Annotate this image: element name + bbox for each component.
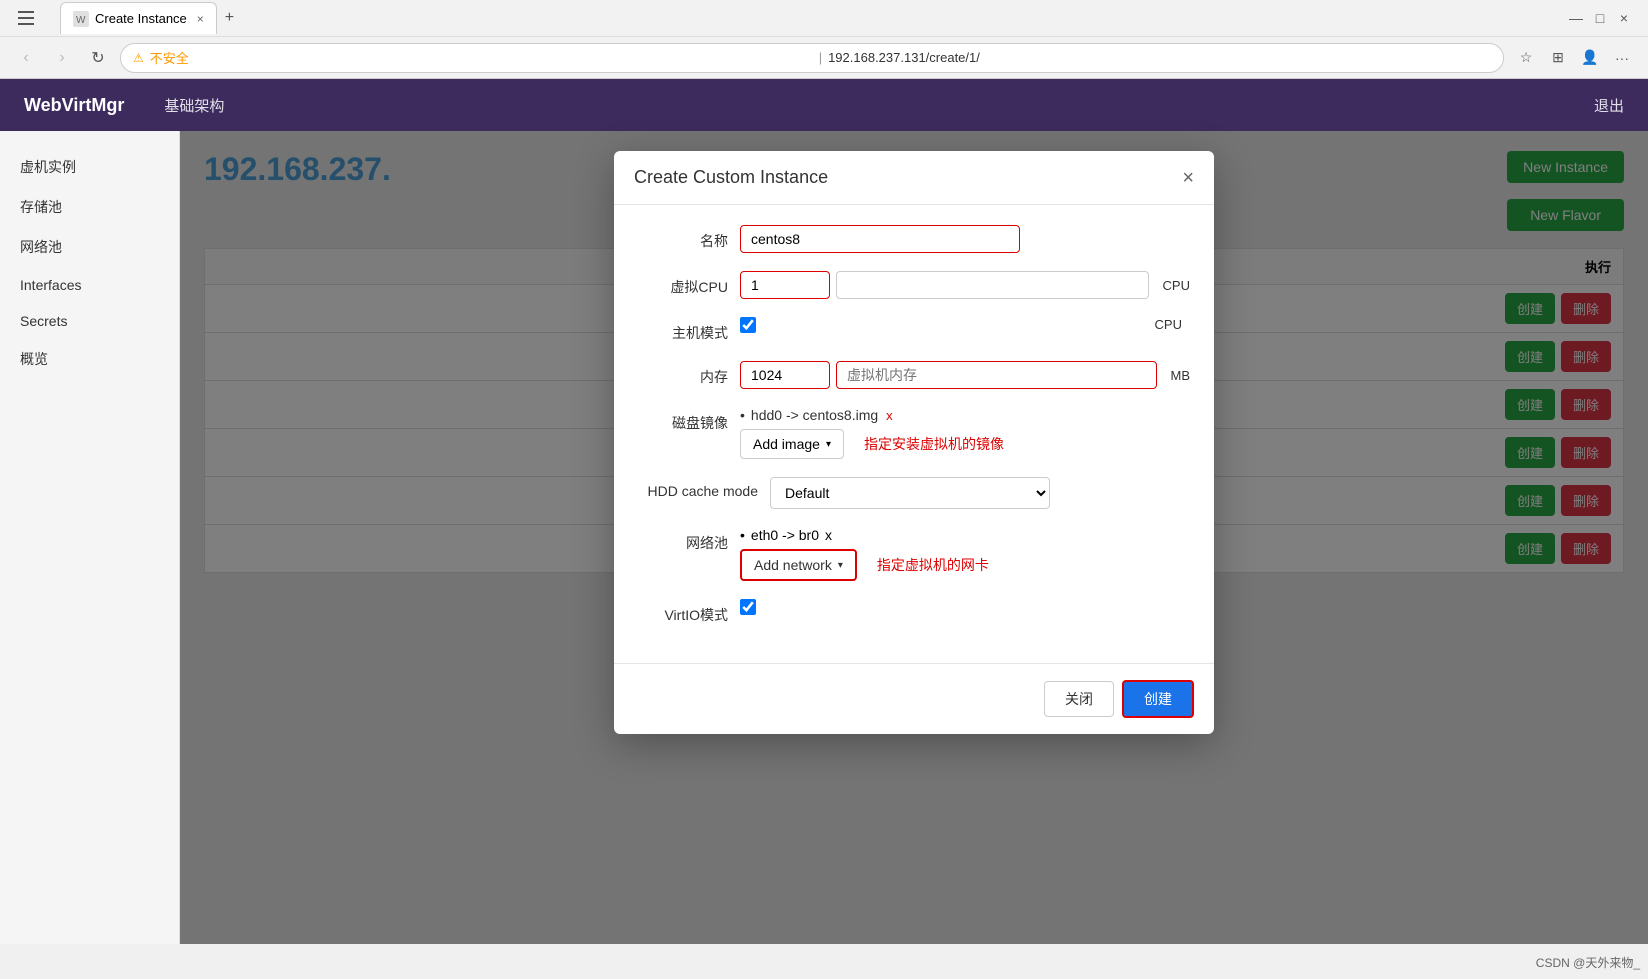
add-network-btn[interactable]: Add network ▾ [740, 549, 857, 581]
dropdown-arrow-icon: ▾ [826, 439, 831, 450]
network-hint: 指定虚拟机的网卡 [877, 555, 989, 575]
virtio-checkbox[interactable] [740, 599, 756, 615]
modal-footer: 关闭 创建 [614, 663, 1214, 734]
sidebar-item-vms[interactable]: 虚机实例 [0, 147, 179, 187]
sidebar-item-interfaces[interactable]: Interfaces [0, 267, 179, 303]
refresh-btn[interactable]: ↻ [84, 44, 112, 72]
tab-close-btn[interactable]: × [197, 12, 204, 26]
network-label: 网络池 [638, 527, 728, 553]
nav-infra-link[interactable]: 基础架构 [156, 95, 232, 116]
network-item-text: eth0 -> br0 [751, 527, 819, 543]
memory-hint-input[interactable] [836, 361, 1157, 389]
main-area: 虚机实例 存储池 网络池 Interfaces Secrets 概览 192.1… [0, 131, 1648, 944]
address-warning: 不安全 [150, 48, 813, 67]
virtio-label: VirtIO模式 [638, 599, 728, 625]
app-navbar: WebVirtMgr 基础架构 退出 [0, 79, 1648, 131]
sidebar-item-storage[interactable]: 存储池 [0, 187, 179, 227]
modal-header: Create Custom Instance × [614, 151, 1214, 205]
hdd-cache-label: HDD cache mode [638, 477, 758, 499]
add-image-btn[interactable]: Add image ▾ [740, 429, 844, 459]
toolbar-actions: ☆ ⊞ 👤 ··· [1512, 44, 1636, 72]
sidebar-toggle[interactable] [12, 4, 40, 32]
network-remove-btn[interactable]: x [825, 527, 832, 543]
new-tab-btn[interactable]: + [217, 5, 242, 31]
sidebar-item-secrets[interactable]: Secrets [0, 303, 179, 339]
modal-overlay: Create Custom Instance × 名称 centos8 [180, 131, 1648, 944]
name-input[interactable] [740, 225, 1020, 253]
memory-label: 内存 [638, 361, 728, 387]
sidebar-item-overview[interactable]: 概览 [0, 339, 179, 379]
app-brand: WebVirtMgr [24, 95, 124, 116]
modal-close-btn[interactable]: × [1182, 168, 1194, 188]
modal-create-btn[interactable]: 创建 [1122, 680, 1194, 718]
host-mode-label: 主机模式 [638, 317, 728, 343]
cpu-label-right: CPU [1155, 317, 1182, 332]
modal-body: 名称 centos8 虚拟CPU 1 CPU [614, 205, 1214, 663]
host-mode-checkbox[interactable] [740, 317, 756, 333]
disk-image-field-group: 磁盘镜像 • hdd0 -> centos8.img x Add image [638, 407, 1190, 459]
watermark: CSDN @天外来物_ [1536, 954, 1640, 971]
hdd-cache-select[interactable]: Default None Writeback Writethrough [770, 477, 1050, 509]
browser-toolbar: ‹ › ↻ ⚠ 不安全 | 192.168.237.131/create/1/ … [0, 36, 1648, 78]
create-instance-modal: Create Custom Instance × 名称 centos8 [614, 151, 1214, 734]
more-btn[interactable]: ··· [1608, 44, 1636, 72]
vcpu-label: 虚拟CPU [638, 271, 728, 297]
vcpu-field-group: 虚拟CPU 1 CPU [638, 271, 1190, 299]
browser-titlebar: W Create Instance × + — □ × [0, 0, 1648, 36]
name-label: 名称 [638, 225, 728, 251]
vcpu-input[interactable] [740, 271, 830, 299]
window-close-btn[interactable]: × [1616, 10, 1632, 26]
cpu-suffix-label: CPU [1163, 278, 1190, 293]
disk-hint: 指定安装虚拟机的镜像 [864, 434, 1004, 454]
active-tab[interactable]: W Create Instance × [60, 2, 217, 34]
security-warning-icon: ⚠ [133, 51, 144, 65]
disk-remove-btn[interactable]: x [886, 408, 893, 423]
tab-favicon: W [73, 11, 89, 27]
collections-btn[interactable]: ⊞ [1544, 44, 1572, 72]
favorites-btn[interactable]: ☆ [1512, 44, 1540, 72]
network-dropdown-arrow-icon: ▾ [838, 560, 843, 571]
svg-text:W: W [76, 15, 86, 26]
hdd-cache-field-group: HDD cache mode Default None Writeback Wr… [638, 477, 1190, 509]
modal-title: Create Custom Instance [634, 167, 828, 188]
modal-close-footer-btn[interactable]: 关闭 [1044, 681, 1114, 717]
browser-chrome: W Create Instance × + — □ × ‹ › ↻ ⚠ 不安全 … [0, 0, 1648, 79]
memory-suffix-label: MB [1171, 368, 1191, 383]
profile-btn[interactable]: 👤 [1576, 44, 1604, 72]
tab-title: Create Instance [95, 11, 187, 26]
nav-logout-link[interactable]: 退出 [1594, 95, 1624, 116]
sidebar: 虚机实例 存储池 网络池 Interfaces Secrets 概览 [0, 131, 180, 944]
back-btn[interactable]: ‹ [12, 44, 40, 72]
name-field-group: 名称 centos8 [638, 225, 1190, 253]
window-controls: — □ × [1568, 10, 1632, 26]
add-network-label: Add network [754, 557, 832, 573]
forward-btn[interactable]: › [48, 44, 76, 72]
tab-bar: W Create Instance × + [48, 0, 1560, 36]
main-content: 192.168.237. New Instance New Flavor 执行 … [180, 131, 1648, 944]
network-field-group: 网络池 • eth0 -> br0 x Add network [638, 527, 1190, 581]
maximize-btn[interactable]: □ [1592, 10, 1608, 26]
host-mode-field-group: 主机模式 CPU [638, 317, 1190, 343]
virtio-field-group: VirtIO模式 [638, 599, 1190, 625]
page-content: WebVirtMgr 基础架构 退出 虚机实例 存储池 网络池 Interfac… [0, 79, 1648, 944]
network-item: • eth0 -> br0 x [740, 527, 1190, 543]
minimize-btn[interactable]: — [1568, 10, 1584, 26]
vcpu-extra-input[interactable] [836, 271, 1149, 299]
disk-item: • hdd0 -> centos8.img x [740, 407, 1190, 423]
memory-field-group: 内存 1024 MB [638, 361, 1190, 389]
add-image-label: Add image [753, 436, 820, 452]
disk-label: 磁盘镜像 [638, 407, 728, 433]
address-url: 192.168.237.131/create/1/ [828, 50, 1491, 65]
sidebar-item-network[interactable]: 网络池 [0, 227, 179, 267]
address-bar[interactable]: ⚠ 不安全 | 192.168.237.131/create/1/ [120, 43, 1504, 73]
memory-input[interactable] [740, 361, 830, 389]
